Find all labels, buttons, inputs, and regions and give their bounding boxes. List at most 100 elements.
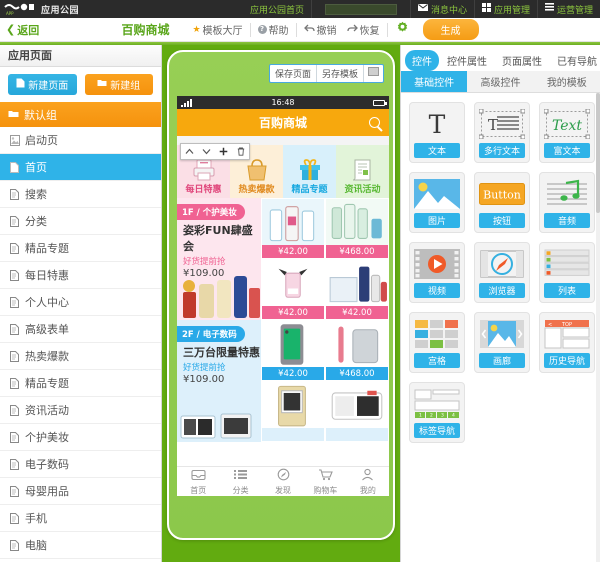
sidebar-item-label: 高级表单 — [25, 323, 69, 336]
sidebar-group-default[interactable]: 默认组 — [0, 102, 161, 127]
subtab-basic-widgets[interactable]: 基础控件 — [401, 71, 468, 92]
widget-audio[interactable]: 音频 — [539, 172, 595, 233]
tabbar-item-home[interactable]: 首页 — [177, 468, 219, 496]
save-as-template-button[interactable]: 另存模板 — [317, 65, 364, 82]
product-card[interactable] — [261, 381, 325, 442]
settings-gear-icon[interactable] — [388, 21, 417, 38]
widget-image[interactable]: 图片 — [409, 172, 465, 233]
status-time: 16:48 — [271, 98, 295, 107]
panel-scrollbar-thumb[interactable] — [596, 93, 600, 213]
phone-category-row[interactable]: 每日特惠 热卖爆款 精品专题 资讯活动 — [177, 143, 389, 198]
floor-left-1: 1F / 个护美妆 姿彩FUN肆盛会 好货提前抢 ¥109.00 — [177, 198, 261, 320]
widget-label: 宫格 — [414, 353, 460, 368]
product-card[interactable]: ¥42.00 — [325, 259, 389, 320]
multiline-text-icon: T — [479, 107, 525, 141]
widget-history-nav[interactable]: TOP < 历史导航 — [539, 312, 595, 373]
delete-icon[interactable] — [232, 144, 249, 159]
redo-button[interactable]: 恢复 — [340, 22, 388, 37]
new-page-button[interactable]: 新建页面 — [8, 74, 77, 95]
tab-widget-properties[interactable]: 控件属性 — [440, 50, 494, 71]
sidebar-item-advanced-form[interactable]: 高级表单 — [0, 316, 161, 343]
tabbar-item-discover[interactable]: 发现 — [262, 468, 304, 496]
sidebar-item-maternal[interactable]: 母婴用品 — [0, 478, 161, 505]
panel-scrollbar-track[interactable] — [596, 93, 600, 562]
new-group-button[interactable]: 新建组 — [84, 74, 153, 95]
tabbar-item-cart[interactable]: 购物车 — [304, 468, 346, 496]
widget-grid-layout[interactable]: 宫格 — [409, 312, 465, 373]
move-down-icon[interactable] — [198, 144, 215, 159]
sidebar-item-premium-topic-2[interactable]: 精品专题 — [0, 370, 161, 397]
svg-text:Button: Button — [483, 189, 521, 202]
product-card[interactable]: ¥468.00 — [325, 320, 389, 381]
widget-rich-text[interactable]: Text 富文本 — [539, 102, 595, 163]
tab-page-properties[interactable]: 页面属性 — [495, 50, 549, 71]
product-card[interactable]: ¥42.00 — [261, 320, 325, 381]
sidebar-item-electronics[interactable]: 电子数码 — [0, 451, 161, 478]
tabbar-item-mine[interactable]: 我的 — [347, 468, 389, 496]
main-area: 应用页面 新建页面 新建组 默认组 启动页 首页 搜索 分类 精品专题 每日特惠… — [0, 45, 600, 562]
sidebar-item-daily-deal[interactable]: 每日特惠 — [0, 262, 161, 289]
product-card[interactable]: ¥42.00 — [261, 259, 325, 320]
template-hall-button[interactable]: ★ 模板大厅 — [185, 22, 251, 37]
widget-gallery[interactable]: 画廊 — [474, 312, 530, 373]
topbar-link-messages[interactable]: 消息中心 — [409, 0, 474, 18]
sidebar-item-hot-sale[interactable]: 热卖爆款 — [0, 343, 161, 370]
widget-list[interactable]: 列表 — [539, 242, 595, 303]
sidebar-header: 应用页面 — [0, 45, 161, 67]
subtab-advanced-widgets[interactable]: 高级控件 — [467, 71, 533, 92]
pages-sidebar: 应用页面 新建页面 新建组 默认组 启动页 首页 搜索 分类 精品专题 每日特惠… — [0, 45, 162, 562]
topbar-link-operation-manage[interactable]: 运营管理 — [536, 0, 600, 18]
help-button[interactable]: ? 帮助 — [251, 22, 297, 37]
search-input[interactable] — [324, 3, 397, 15]
move-up-icon[interactable] — [181, 144, 198, 159]
tab-nav-icon: 1 2 3 4 — [414, 387, 460, 421]
page-icon — [10, 269, 19, 281]
undo-icon — [303, 24, 315, 36]
floor-section-2[interactable]: 2F / 电子数码 三万台限量特惠 好货提前抢 ¥109.00 ¥42.00 ¥… — [177, 320, 389, 442]
sidebar-item-news-activity[interactable]: 资讯活动 — [0, 397, 161, 424]
sidebar-item-startup[interactable]: 启动页 — [0, 127, 161, 154]
topbar-link-home[interactable]: 应用公园首页 — [243, 0, 311, 18]
product-card[interactable]: ¥42.00 — [261, 198, 325, 259]
widget-text[interactable]: T 文本 — [409, 102, 465, 163]
svg-text:TOP: TOP — [561, 322, 572, 328]
product-card[interactable] — [325, 381, 389, 442]
sidebar-item-label: 电子数码 — [25, 458, 69, 471]
undo-button[interactable]: 撤销 — [297, 23, 340, 37]
undo-label: 撤销 — [316, 26, 337, 37]
widget-multiline-text[interactable]: T 多行文本 — [474, 102, 530, 163]
floor-section-1[interactable]: 1F / 个护美妆 姿彩FUN肆盛会 好货提前抢 ¥109.00 ¥42.00 … — [177, 198, 389, 320]
sidebar-item-premium-topic[interactable]: 精品专题 — [0, 235, 161, 262]
product-image — [262, 382, 324, 428]
preview-button[interactable] — [364, 65, 383, 82]
category-news-activity[interactable]: 资讯活动 — [336, 145, 389, 198]
product-card[interactable]: ¥468.00 — [325, 198, 389, 259]
tab-existing-nav[interactable]: 已有导航 — [550, 50, 600, 71]
tabbar-item-category[interactable]: 分类 — [219, 468, 261, 496]
product-image — [326, 260, 388, 306]
topbar-link-app-manage[interactable]: 应用管理 — [473, 0, 537, 18]
widget-tab-nav[interactable]: 1 2 3 4 标签导航 — [409, 382, 465, 443]
topbar-search-box[interactable] — [310, 0, 410, 18]
tab-widgets[interactable]: 控件 — [405, 49, 439, 71]
save-page-button[interactable]: 保存页面 — [270, 65, 317, 82]
search-icon[interactable] — [369, 117, 380, 128]
sidebar-item-computer[interactable]: 电脑 — [0, 532, 161, 559]
page-title: 百购商城 — [121, 23, 170, 37]
sidebar-item-beauty[interactable]: 个护美妆 — [0, 424, 161, 451]
sidebar-item-personal-center[interactable]: 个人中心 — [0, 289, 161, 316]
widget-browser[interactable]: 浏览器 — [474, 242, 530, 303]
sidebar-item-label: 手机 — [25, 512, 47, 525]
widget-video[interactable]: 视频 — [409, 242, 465, 303]
widget-label: 图片 — [414, 213, 460, 228]
add-icon[interactable] — [215, 144, 232, 159]
sidebar-item-search[interactable]: 搜索 — [0, 181, 161, 208]
widget-button[interactable]: Button 按钮 — [474, 172, 530, 233]
sidebar-item-category[interactable]: 分类 — [0, 208, 161, 235]
sidebar-item-home[interactable]: 首页 — [0, 154, 161, 181]
sidebar-item-phone[interactable]: 手机 — [0, 505, 161, 532]
generate-button[interactable]: 生成 — [422, 19, 479, 40]
category-premium-topic[interactable]: 精品专题 — [283, 145, 336, 198]
subtab-my-templates[interactable]: 我的模板 — [534, 71, 600, 92]
site-logo[interactable]: APP 应用公园 — [0, 3, 79, 16]
